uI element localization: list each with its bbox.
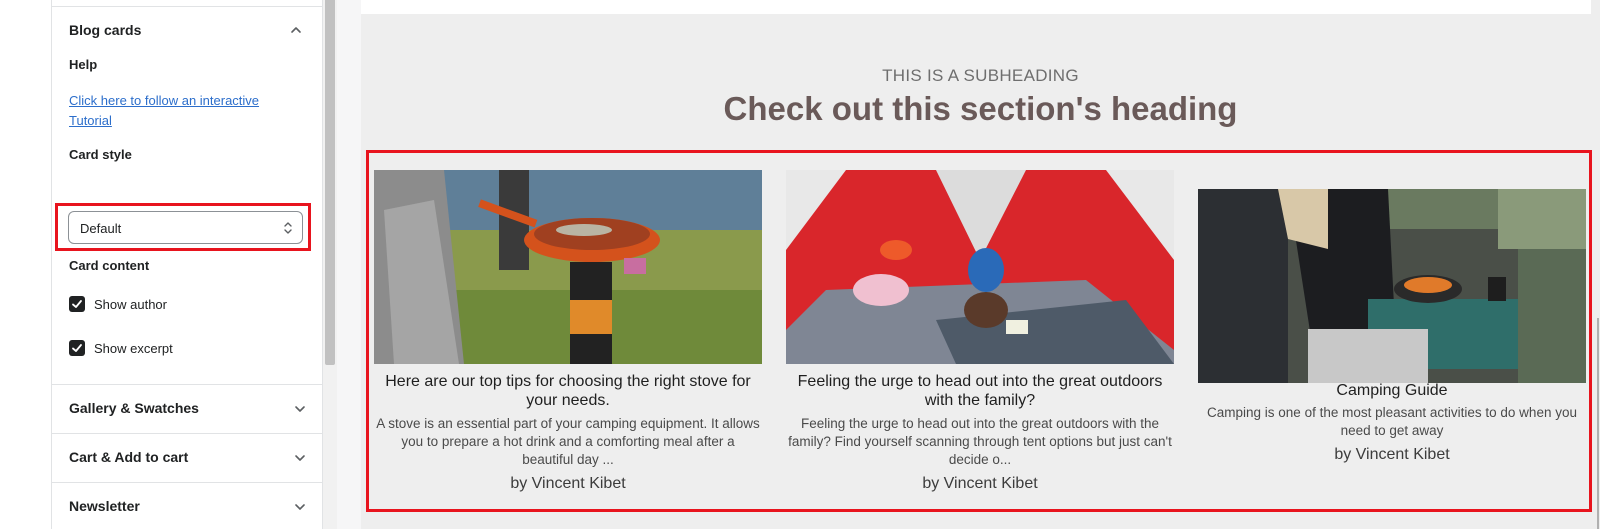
section-gallery-swatches[interactable]: Gallery & Swatches [52, 384, 322, 432]
chevron-down-icon [293, 500, 307, 514]
card-style-label: Card style [69, 147, 132, 162]
card-excerpt: A stove is an essential part of your cam… [376, 416, 760, 467]
section-subheading: THIS IS A SUBHEADING [882, 66, 1079, 85]
settings-sidebar: Blog cards Help Click here to follow an … [52, 0, 323, 529]
show-author-checkbox[interactable]: Show author [69, 295, 269, 315]
select-arrows-icon [284, 222, 292, 234]
section-title: Gallery & Swatches [69, 400, 199, 416]
card-image-tent[interactable] [786, 170, 1174, 364]
section-heading: Check out this section's heading [723, 90, 1238, 127]
help-label: Help [69, 57, 98, 72]
card-title[interactable]: Feeling the urge to head out into the gr… [786, 372, 1174, 410]
chevron-down-icon [293, 402, 307, 416]
section-cart-add-to-cart[interactable]: Cart & Add to cart [52, 433, 322, 481]
card-title[interactable]: Camping Guide [1198, 381, 1586, 400]
chevron-up-icon[interactable] [289, 23, 303, 37]
blog-card[interactable]: Camping Guide Camping is one of the most… [1198, 170, 1586, 470]
section-title-blog-cards[interactable]: Blog cards [69, 22, 141, 38]
card-author: by Vincent Kibet [1334, 446, 1450, 463]
show-author-label: Show author [94, 297, 167, 312]
blog-card[interactable]: Feeling the urge to head out into the gr… [786, 170, 1174, 500]
checkbox-checked-icon [69, 296, 85, 312]
card-author: by Vincent Kibet [922, 475, 1038, 492]
sidebar-scrollbar-thumb[interactable] [325, 0, 335, 365]
preview-top-section [361, 0, 1591, 14]
section-title: Cart & Add to cart [69, 449, 189, 465]
card-content-label: Card content [69, 258, 150, 273]
card-title[interactable]: Here are our top tips for choosing the r… [374, 372, 762, 410]
card-style-select[interactable]: Default [68, 211, 303, 244]
preview-scrollbar[interactable] [1597, 318, 1599, 529]
section-title: Newsletter [69, 498, 140, 514]
checkbox-checked-icon [69, 340, 85, 356]
tutorial-link[interactable]: Click here to follow an interactive Tuto… [69, 91, 299, 131]
chevron-down-icon [293, 451, 307, 465]
card-excerpt: Feeling the urge to head out into the gr… [788, 416, 1172, 467]
left-rail [0, 0, 52, 529]
section-newsletter[interactable]: Newsletter [52, 482, 322, 529]
divider [52, 6, 322, 7]
card-author: by Vincent Kibet [510, 475, 626, 492]
preview-frame: THIS IS A SUBHEADING Check out this sect… [361, 0, 1600, 529]
card-style-value: Default [80, 221, 122, 236]
card-image-stove[interactable] [374, 170, 762, 364]
card-excerpt: Camping is one of the most pleasant acti… [1207, 405, 1577, 438]
card-image-camping[interactable] [1198, 189, 1586, 383]
show-excerpt-label: Show excerpt [94, 341, 173, 356]
preview-gutter [337, 0, 361, 529]
blog-card[interactable]: Here are our top tips for choosing the r… [374, 170, 762, 500]
show-excerpt-checkbox[interactable]: Show excerpt [69, 339, 269, 359]
